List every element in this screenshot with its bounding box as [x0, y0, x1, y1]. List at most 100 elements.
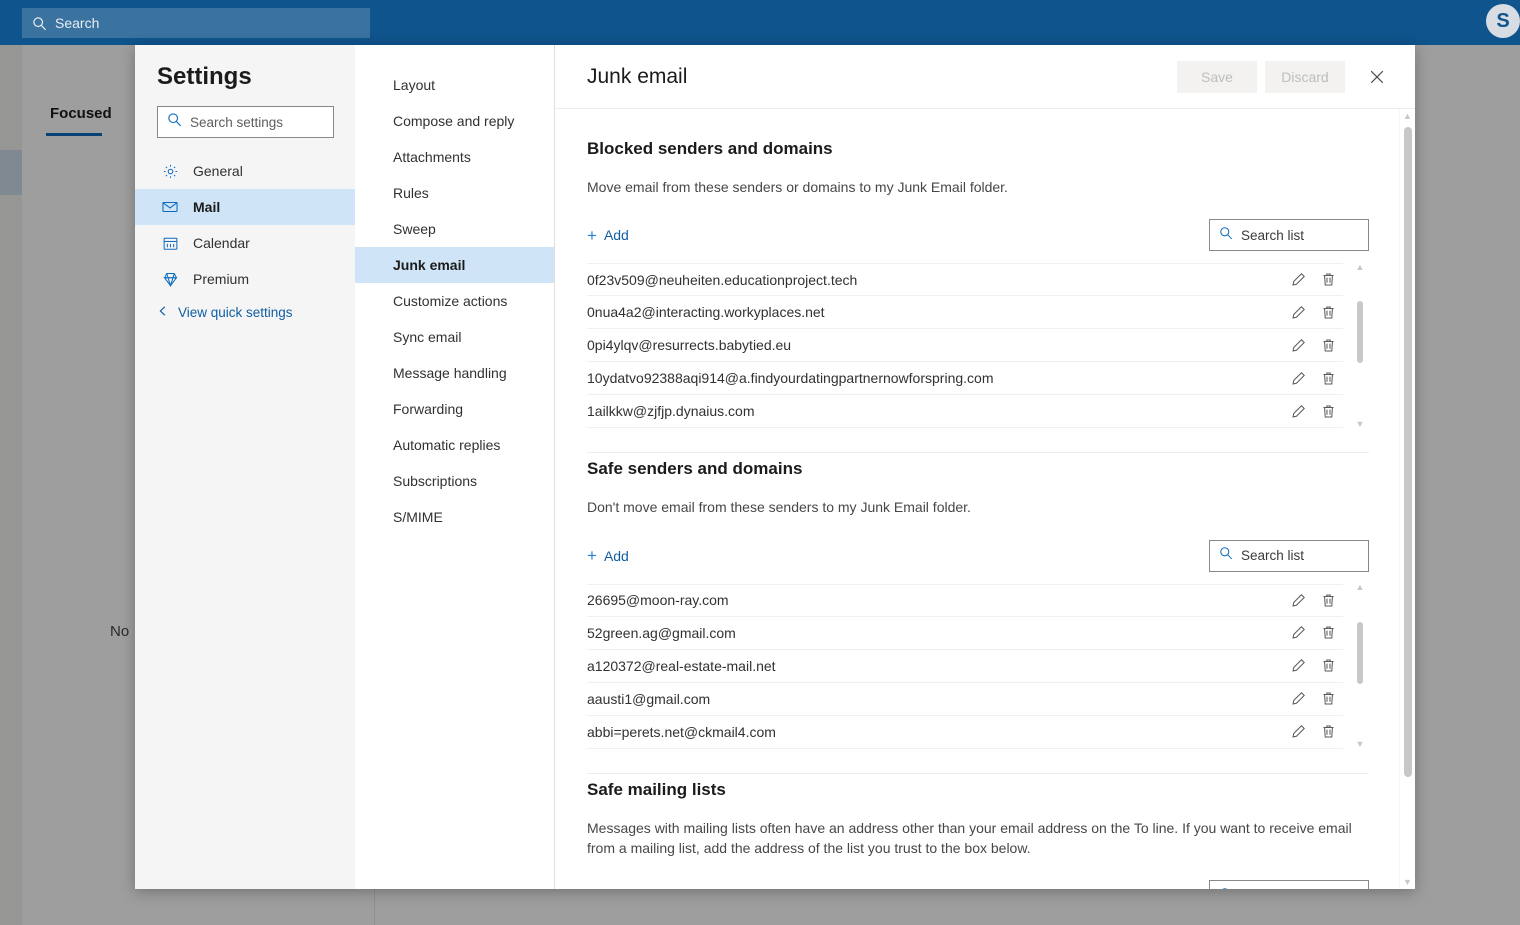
list-item[interactable]: 26695@moon-ray.com: [587, 583, 1343, 617]
subnav-item-customize-actions[interactable]: Customize actions: [355, 283, 554, 319]
pencil-icon[interactable]: [1283, 587, 1313, 613]
search-mailing-list-input[interactable]: Search list: [1209, 880, 1369, 889]
settings-subnav-pane: Layout Compose and reply Attachments Rul…: [355, 45, 555, 889]
subnav-item-rules[interactable]: Rules: [355, 175, 554, 211]
trash-icon[interactable]: [1313, 719, 1343, 745]
scroll-down-icon[interactable]: ▼: [1356, 418, 1365, 430]
settings-search-input[interactable]: Search settings: [157, 106, 334, 138]
trash-icon[interactable]: [1313, 267, 1343, 293]
subnav-item-smime[interactable]: S/MIME: [355, 499, 554, 535]
panel-scrollbar[interactable]: ▲ ▼: [1399, 109, 1415, 889]
scroll-track[interactable]: [1353, 273, 1367, 418]
pencil-icon[interactable]: [1283, 332, 1313, 358]
discard-button[interactable]: Discard: [1265, 60, 1345, 93]
pencil-icon[interactable]: [1283, 719, 1313, 745]
search-list-placeholder: Search list: [1241, 227, 1305, 243]
subnav-item-subscriptions[interactable]: Subscriptions: [355, 463, 554, 499]
subnav-item-label: Customize actions: [393, 293, 508, 309]
scroll-up-icon[interactable]: ▲: [1403, 109, 1412, 123]
section-description: Messages with mailing lists often have a…: [587, 819, 1352, 856]
subnav-item-message-handling[interactable]: Message handling: [355, 355, 554, 391]
settings-search-placeholder: Search settings: [190, 114, 284, 130]
section-description: Move email from these senders or domains…: [587, 179, 1008, 195]
subnav-item-label: Message handling: [393, 365, 507, 381]
settings-title: Settings: [157, 63, 252, 90]
scroll-thumb[interactable]: [1357, 301, 1363, 364]
trash-icon[interactable]: [1313, 686, 1343, 712]
scroll-track[interactable]: [1353, 594, 1367, 739]
list-item[interactable]: 52green.ag@gmail.com: [587, 617, 1343, 650]
scroll-thumb[interactable]: [1403, 127, 1412, 777]
entry-address: 0pi4ylqv@resurrects.babytied.eu: [587, 337, 792, 354]
list-item[interactable]: 10ydatvo92388aqi914@a.findyourdatingpart…: [587, 362, 1343, 396]
pencil-icon[interactable]: [1283, 365, 1313, 391]
pencil-icon[interactable]: [1283, 686, 1313, 712]
section-toolbar: + Add Search list: [587, 880, 1369, 889]
subnav-item-layout[interactable]: Layout: [355, 67, 554, 103]
panel-scroll-content: Blocked senders and domains Move email f…: [555, 109, 1415, 889]
trash-icon[interactable]: [1313, 587, 1343, 613]
scroll-down-icon[interactable]: ▼: [1403, 875, 1412, 889]
sidebar-item-mail[interactable]: Mail: [135, 189, 355, 225]
list-item[interactable]: abbi=perets.net@ckmail4.com: [587, 716, 1343, 749]
subnav-item-attachments[interactable]: Attachments: [355, 139, 554, 175]
safe-list-scrollbar[interactable]: ▲ ▼: [1353, 582, 1367, 751]
trash-icon[interactable]: [1313, 653, 1343, 679]
sidebar-item-general[interactable]: General: [135, 153, 355, 189]
pencil-icon[interactable]: [1283, 653, 1313, 679]
subnav-item-forwarding[interactable]: Forwarding: [355, 391, 554, 427]
subnav-item-junk-email[interactable]: Junk email: [355, 247, 554, 283]
subnav-item-sync-email[interactable]: Sync email: [355, 319, 554, 355]
global-search-box[interactable]: Search: [22, 8, 370, 38]
sidebar-item-calendar[interactable]: Calendar: [135, 225, 355, 261]
trash-icon[interactable]: [1313, 332, 1343, 358]
list-item[interactable]: aausti1@gmail.com: [587, 683, 1343, 716]
scroll-down-icon[interactable]: ▼: [1356, 739, 1365, 751]
subnav-item-label: Subscriptions: [393, 473, 478, 489]
subnav-item-automatic-replies[interactable]: Automatic replies: [355, 427, 554, 463]
entry-address: 1ailkkw@zjfjp.dynaius.com: [587, 403, 755, 420]
add-mailing-list-button[interactable]: + Add: [587, 888, 629, 889]
skype-icon[interactable]: S: [1486, 4, 1520, 38]
entry-address: 52green.ag@gmail.com: [587, 624, 736, 641]
scroll-up-icon[interactable]: ▲: [1356, 261, 1365, 273]
add-label: Add: [603, 547, 629, 564]
subnav-item-label: Rules: [393, 185, 429, 201]
pencil-icon[interactable]: [1283, 398, 1313, 424]
trash-icon[interactable]: [1313, 299, 1343, 325]
entry-address: 0f23v509@neuheiten.educationproject.tech: [587, 271, 858, 288]
search-list-placeholder: Search list: [1241, 548, 1305, 564]
subnav-item-sweep[interactable]: Sweep: [355, 211, 554, 247]
trash-icon[interactable]: [1313, 398, 1343, 424]
list-item[interactable]: 0nua4a2@interacting.workyplaces.net: [587, 296, 1343, 330]
section-safe-mailing-lists: Safe mailing lists Messages with mailing…: [587, 780, 1369, 889]
close-icon[interactable]: [1361, 61, 1393, 93]
subnav-item-label: Layout: [393, 77, 436, 93]
subnav-item-label: S/MIME: [393, 509, 443, 525]
section-heading: Blocked senders and domains: [587, 139, 833, 158]
list-item[interactable]: a120372@real-estate-mail.net: [587, 650, 1343, 683]
trash-icon[interactable]: [1313, 365, 1343, 391]
sidebar-item-label: Premium: [193, 271, 250, 287]
sidebar-item-premium[interactable]: Premium: [135, 261, 355, 297]
scroll-track[interactable]: [1400, 123, 1416, 875]
pencil-icon[interactable]: [1283, 299, 1313, 325]
add-safe-sender-button[interactable]: + Add: [587, 547, 629, 564]
add-blocked-sender-button[interactable]: + Add: [587, 227, 629, 244]
search-blocked-list-input[interactable]: Search list: [1209, 219, 1369, 252]
save-button[interactable]: Save: [1177, 60, 1257, 93]
pencil-icon[interactable]: [1283, 267, 1313, 293]
list-item[interactable]: 0f23v509@neuheiten.educationproject.tech: [587, 263, 1343, 297]
trash-icon[interactable]: [1313, 620, 1343, 646]
scroll-up-icon[interactable]: ▲: [1356, 582, 1365, 594]
subnav-item-compose-and-reply[interactable]: Compose and reply: [355, 103, 554, 139]
view-quick-settings-link[interactable]: View quick settings: [157, 305, 293, 320]
chevron-left-icon: [157, 305, 169, 320]
blocked-list-scrollbar[interactable]: ▲ ▼: [1353, 261, 1367, 430]
list-item[interactable]: 0pi4ylqv@resurrects.babytied.eu: [587, 329, 1343, 363]
scroll-thumb[interactable]: [1357, 621, 1363, 684]
list-item[interactable]: 1ailkkw@zjfjp.dynaius.com: [587, 395, 1343, 429]
add-label: Add: [603, 227, 629, 244]
search-safe-list-input[interactable]: Search list: [1209, 539, 1369, 572]
pencil-icon[interactable]: [1283, 620, 1313, 646]
